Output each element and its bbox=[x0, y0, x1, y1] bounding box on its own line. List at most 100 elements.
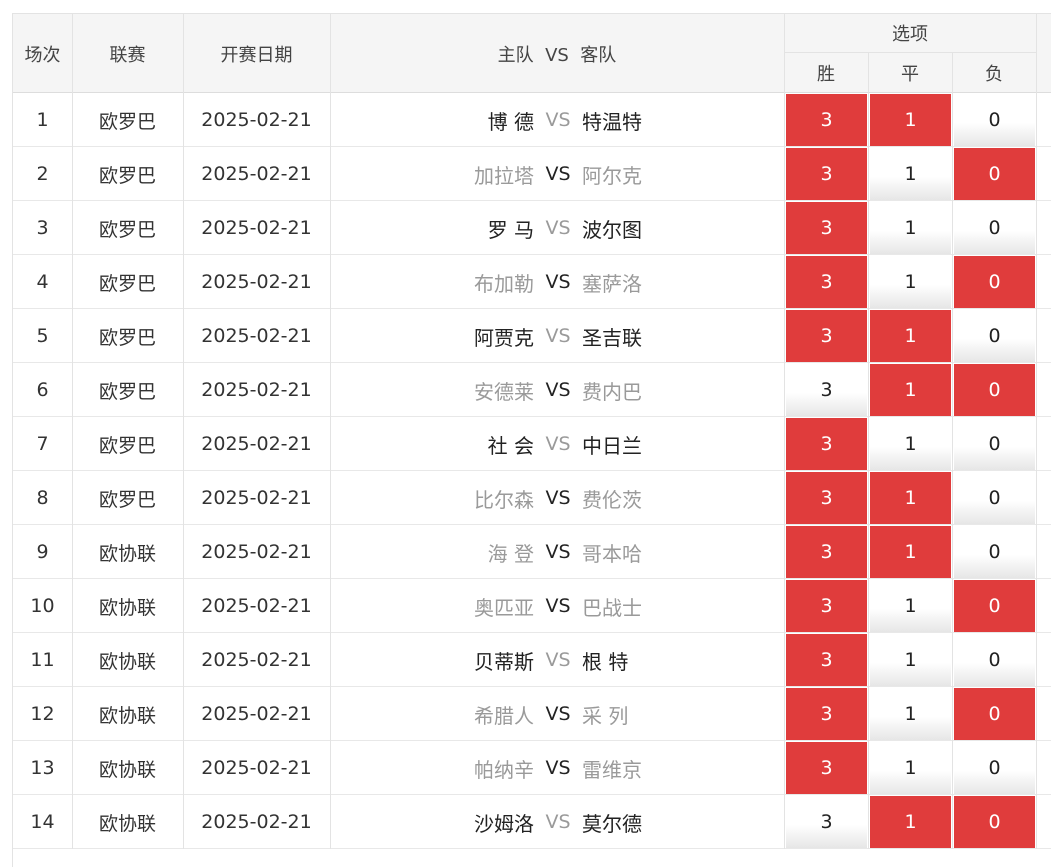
divider bbox=[952, 633, 953, 687]
home-team: 布加勒 bbox=[474, 271, 534, 296]
option-win-button[interactable]: 3 bbox=[786, 580, 867, 632]
divider bbox=[952, 795, 953, 849]
divider bbox=[868, 525, 869, 579]
divider bbox=[183, 687, 184, 741]
vs-label: VS bbox=[545, 271, 571, 293]
league-name: 欧罗巴 bbox=[98, 326, 156, 349]
option-draw-button[interactable]: 1 bbox=[870, 796, 951, 848]
option-win-button[interactable]: 3 bbox=[786, 364, 867, 416]
divider bbox=[784, 633, 785, 687]
match-number: 5 bbox=[36, 325, 49, 347]
option-lose-button[interactable]: 0 bbox=[954, 94, 1035, 146]
table-row: 9 欧协联 2025-02-21 海 登 VS 哥本哈 3 1 0 bbox=[13, 525, 1051, 579]
away-team: 阿尔克 bbox=[582, 163, 642, 188]
divider bbox=[72, 363, 73, 417]
option-lose-button[interactable]: 0 bbox=[954, 364, 1035, 416]
divider bbox=[784, 525, 785, 579]
divider bbox=[784, 417, 785, 471]
option-lose-button[interactable]: 0 bbox=[954, 472, 1035, 524]
divider bbox=[1036, 14, 1037, 93]
divider bbox=[1036, 309, 1037, 363]
option-draw-button[interactable]: 1 bbox=[870, 742, 951, 794]
divider bbox=[330, 687, 331, 741]
match-number: 12 bbox=[30, 703, 55, 725]
option-win-button[interactable]: 3 bbox=[786, 472, 867, 524]
divider bbox=[1036, 741, 1037, 795]
option-lose-button[interactable]: 0 bbox=[954, 526, 1035, 578]
option-lose-button[interactable]: 0 bbox=[954, 310, 1035, 362]
away-team: 巴战士 bbox=[582, 595, 642, 620]
divider bbox=[784, 201, 785, 255]
match-date: 2025-02-21 bbox=[201, 379, 312, 401]
option-win-button[interactable]: 3 bbox=[786, 688, 867, 740]
away-team: 莫尔德 bbox=[582, 811, 642, 836]
option-lose-button[interactable]: 0 bbox=[954, 256, 1035, 308]
option-win-button[interactable]: 3 bbox=[786, 634, 867, 686]
option-draw-button[interactable]: 1 bbox=[870, 94, 951, 146]
option-lose-button[interactable]: 0 bbox=[954, 148, 1035, 200]
divider bbox=[183, 201, 184, 255]
option-win-button[interactable]: 3 bbox=[786, 310, 867, 362]
option-win-button[interactable]: 3 bbox=[786, 148, 867, 200]
divider bbox=[330, 579, 331, 633]
divider bbox=[1036, 687, 1037, 741]
divider bbox=[784, 255, 785, 309]
divider bbox=[72, 255, 73, 309]
away-team: 采 列 bbox=[582, 703, 629, 728]
option-win-button[interactable]: 3 bbox=[786, 418, 867, 470]
league-name: 欧协联 bbox=[98, 650, 156, 673]
option-lose-button[interactable]: 0 bbox=[954, 688, 1035, 740]
divider bbox=[72, 93, 73, 147]
option-draw-button[interactable]: 1 bbox=[870, 256, 951, 308]
divider bbox=[330, 795, 331, 849]
option-win-button[interactable]: 3 bbox=[786, 796, 867, 848]
option-draw-button[interactable]: 1 bbox=[870, 364, 951, 416]
option-win-button[interactable]: 3 bbox=[786, 94, 867, 146]
option-lose-button[interactable]: 0 bbox=[954, 580, 1035, 632]
option-win-button[interactable]: 3 bbox=[786, 526, 867, 578]
divider bbox=[1036, 795, 1037, 849]
option-win-button[interactable]: 3 bbox=[786, 742, 867, 794]
league-name: 欧罗巴 bbox=[98, 164, 156, 187]
option-lose-button[interactable]: 0 bbox=[954, 418, 1035, 470]
option-lose-button[interactable]: 0 bbox=[954, 202, 1035, 254]
divider bbox=[72, 147, 73, 201]
match-date: 2025-02-21 bbox=[201, 757, 312, 779]
option-draw-button[interactable]: 1 bbox=[870, 526, 951, 578]
divider bbox=[868, 53, 869, 93]
option-lose-button[interactable]: 0 bbox=[954, 796, 1035, 848]
match-number: 9 bbox=[36, 541, 49, 563]
home-team: 帕纳辛 bbox=[474, 757, 534, 782]
match-date: 2025-02-21 bbox=[201, 271, 312, 293]
option-draw-button[interactable]: 1 bbox=[870, 580, 951, 632]
divider bbox=[952, 741, 953, 795]
option-draw-button[interactable]: 1 bbox=[870, 202, 951, 254]
divider bbox=[1036, 201, 1037, 255]
divider bbox=[72, 201, 73, 255]
option-draw-button[interactable]: 1 bbox=[870, 688, 951, 740]
table-row: 13 欧协联 2025-02-21 帕纳辛 VS 雷维京 3 1 0 bbox=[13, 741, 1051, 795]
divider bbox=[72, 471, 73, 525]
divider bbox=[1036, 471, 1037, 525]
header-date: 开赛日期 bbox=[220, 44, 293, 66]
divider bbox=[330, 309, 331, 363]
option-draw-button[interactable]: 1 bbox=[870, 634, 951, 686]
option-win-button[interactable]: 3 bbox=[786, 202, 867, 254]
option-draw-button[interactable]: 1 bbox=[870, 148, 951, 200]
option-win-button[interactable]: 3 bbox=[786, 256, 867, 308]
divider bbox=[784, 579, 785, 633]
home-team: 安德莱 bbox=[474, 379, 534, 404]
option-lose-button[interactable]: 0 bbox=[954, 742, 1035, 794]
option-lose-button[interactable]: 0 bbox=[954, 634, 1035, 686]
option-draw-button[interactable]: 1 bbox=[870, 472, 951, 524]
divider bbox=[868, 633, 869, 687]
away-team: 根 特 bbox=[582, 649, 629, 674]
option-draw-button[interactable]: 1 bbox=[870, 418, 951, 470]
match-table: 场次 联赛 开赛日期 主队 VS 客队 选项 胜 平 负 1 欧罗巴 2025-02… bbox=[12, 13, 1051, 867]
option-draw-button[interactable]: 1 bbox=[870, 310, 951, 362]
header-match: 主队 VS 客队 bbox=[497, 44, 617, 66]
header-league: 联赛 bbox=[109, 44, 146, 66]
match-number: 14 bbox=[30, 811, 55, 833]
header-lose: 负 bbox=[985, 64, 1003, 85]
divider bbox=[330, 417, 331, 471]
